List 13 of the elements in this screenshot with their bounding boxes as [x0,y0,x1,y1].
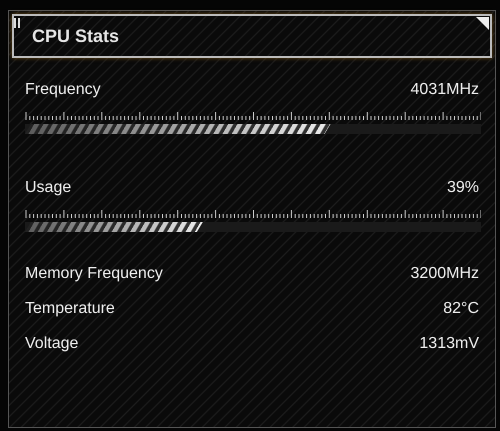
stat-value: 1313mV [419,334,479,354]
meter-reading: 39% [446,178,479,198]
meter-reading: 4031MHz [410,80,479,100]
meter-label: Usage [25,178,72,198]
stat-value: 3200MHz [410,264,479,284]
meter-label: Frequency [25,80,101,100]
stat-label: Voltage [25,334,78,354]
stat-label: Memory Frequency [25,264,163,284]
grip-icon [14,18,21,28]
corner-icon [476,17,489,30]
panel-title: CPU Stats [32,24,120,48]
stat-label: Temperature [25,299,115,319]
stat-value: 82°C [443,299,479,319]
